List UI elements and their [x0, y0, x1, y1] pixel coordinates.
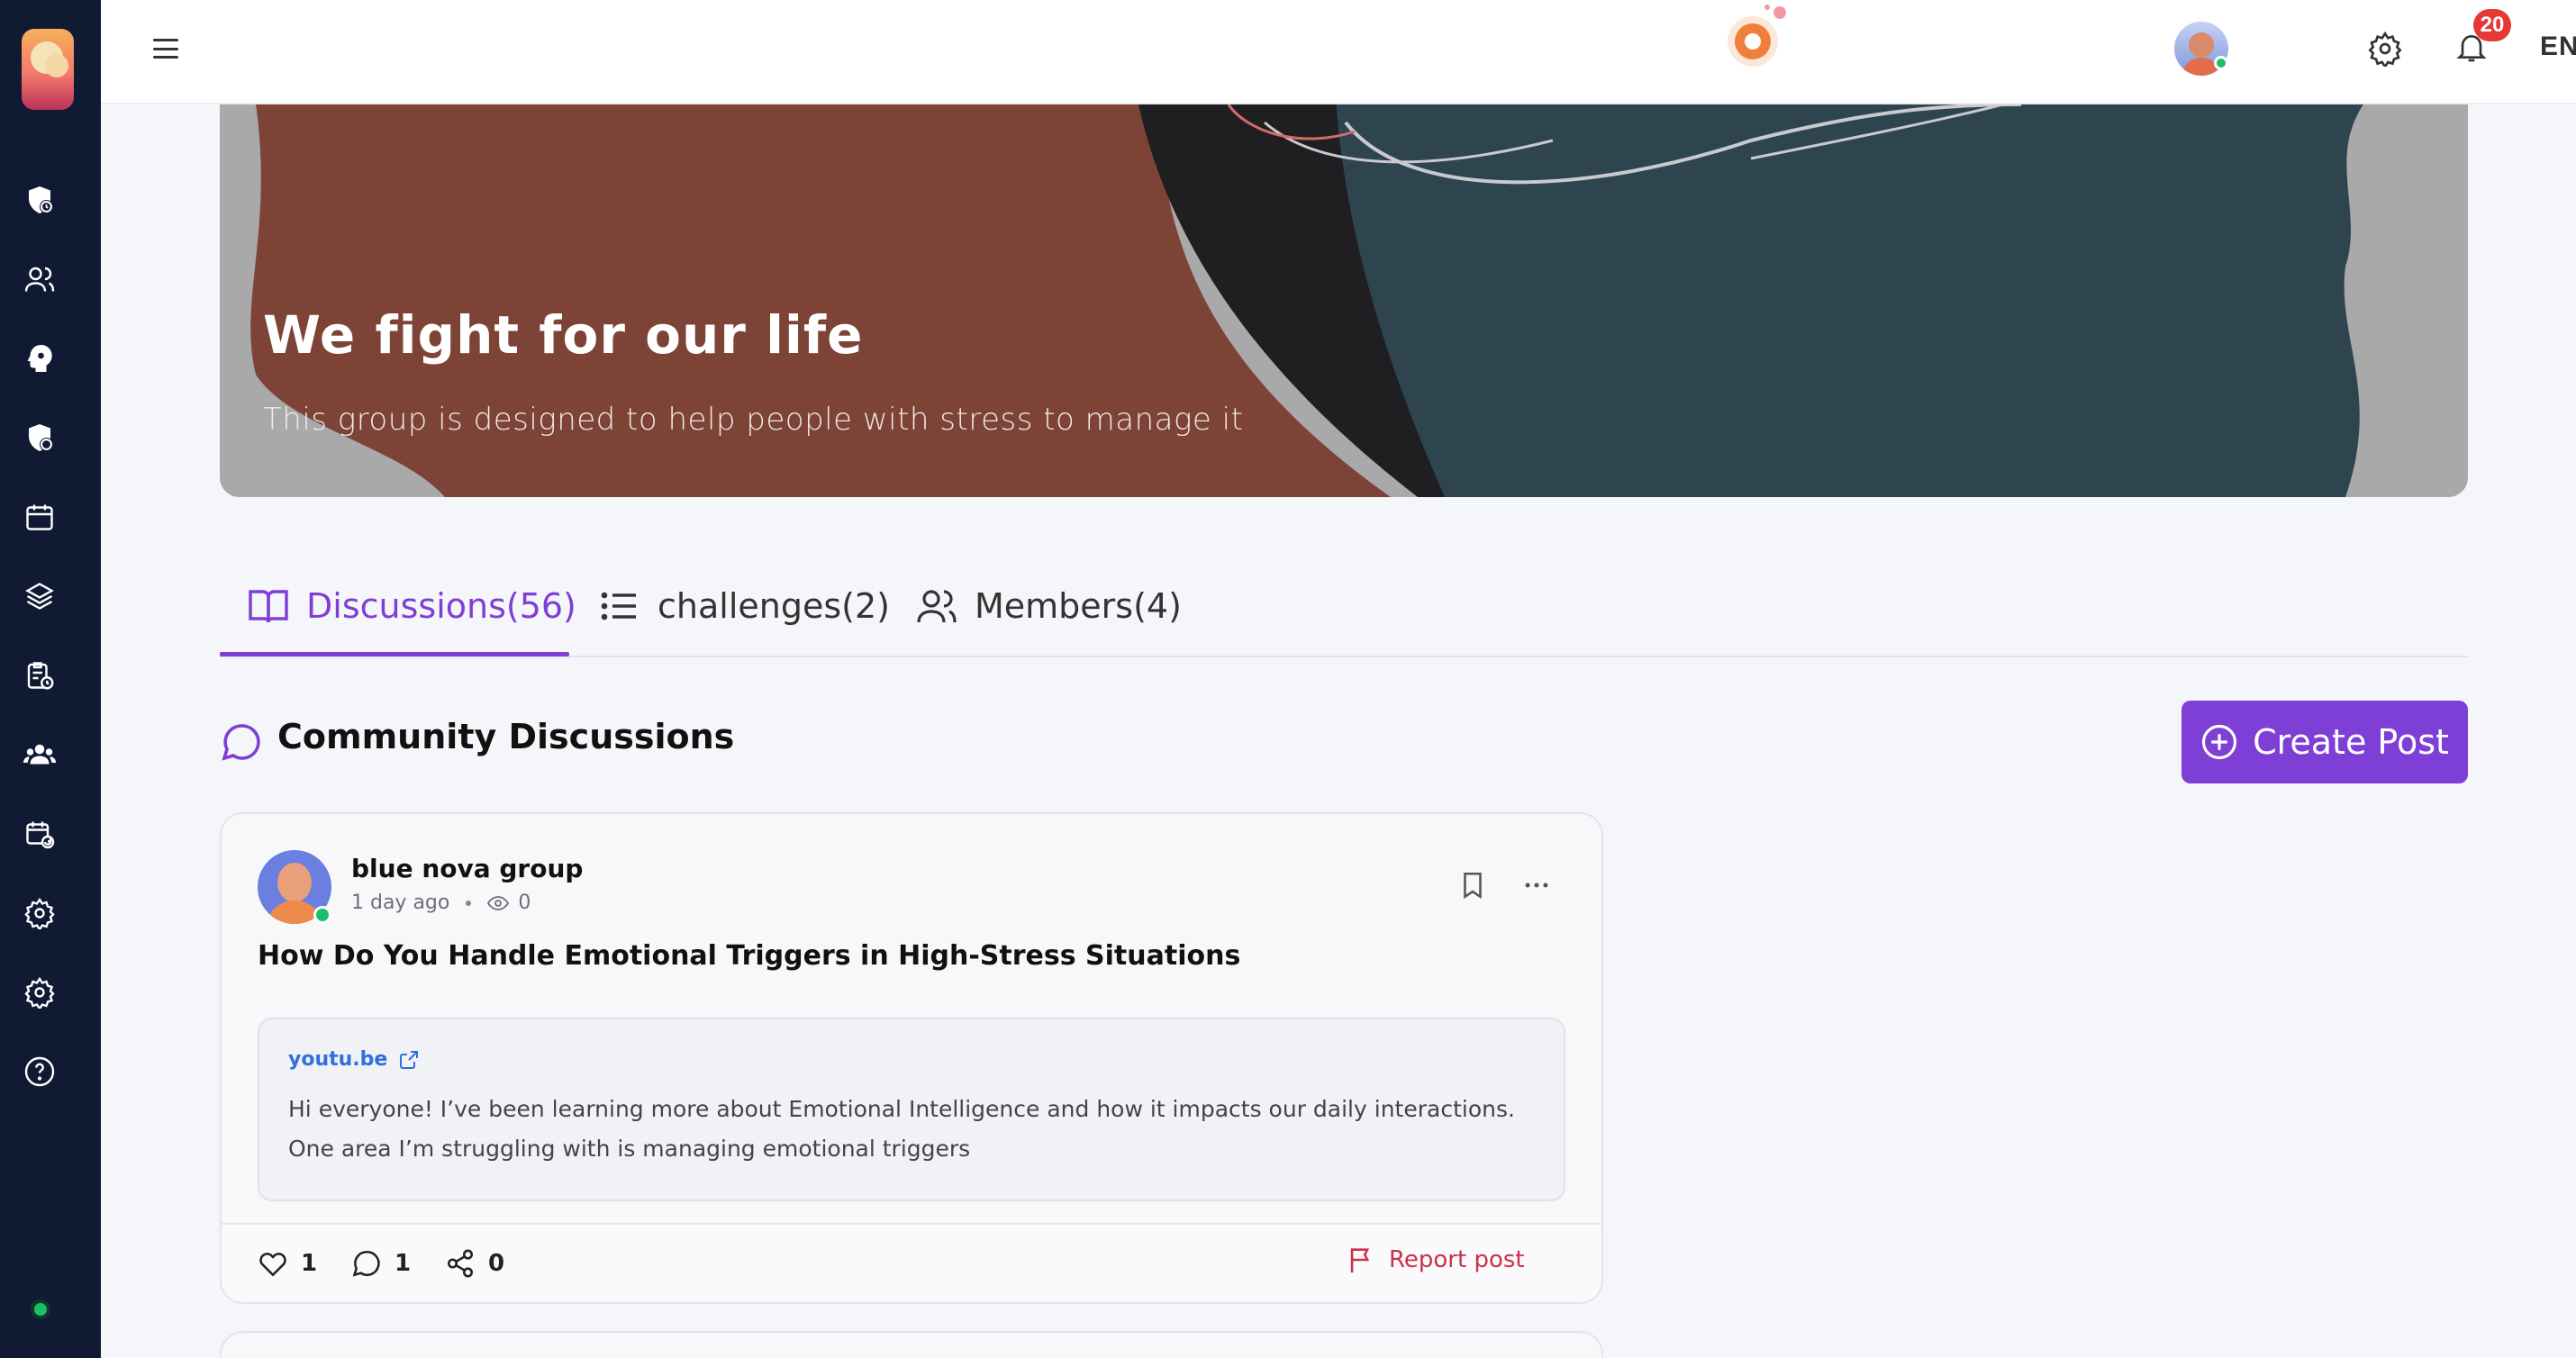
share-count: 0	[488, 1250, 505, 1277]
tab-label: Discussions(56)	[306, 586, 576, 626]
post-meta: 1 day ago 0	[351, 892, 531, 914]
banner-illustration	[220, 104, 2468, 497]
tab-members[interactable]: Members(4)	[915, 575, 1182, 638]
more-options-icon[interactable]	[1520, 870, 1553, 901]
group-icon[interactable]	[22, 737, 58, 773]
link-preview-text: Hi everyone! I’ve been learning more abo…	[288, 1096, 1515, 1162]
users-icon[interactable]	[22, 261, 58, 297]
tab-discussions[interactable]: Discussions(56)	[247, 575, 576, 638]
comment-button[interactable]: 1	[351, 1248, 411, 1279]
external-link-icon	[400, 1050, 419, 1069]
section-title: Community Discussions	[277, 717, 735, 756]
bookmark-icon[interactable]	[1457, 870, 1488, 901]
notification-badge: 20	[2473, 9, 2511, 41]
heart-icon	[259, 1253, 286, 1277]
group-tabs: Discussions(56) challenges(2) Members(4)	[220, 558, 2468, 657]
sidebar	[0, 0, 101, 1358]
comment-icon	[352, 1250, 380, 1277]
post-author[interactable]: blue nova group	[351, 854, 583, 883]
list-icon	[601, 592, 636, 620]
calendar-refresh-icon[interactable]	[22, 816, 58, 852]
clipboard-clock-icon[interactable]	[22, 657, 58, 693]
banner-title: We fight for our life	[263, 304, 864, 366]
post-card[interactable]: blue nova group 1 day ago 0 How Do You H…	[220, 812, 1603, 1304]
like-button[interactable]: 1	[258, 1248, 317, 1279]
post-actions: 1 1 0 Report post	[222, 1223, 1601, 1302]
hamburger-menu-icon[interactable]	[150, 34, 182, 63]
link-source[interactable]: youtu.be	[288, 1048, 420, 1071]
comment-count: 1	[395, 1250, 412, 1277]
help-icon[interactable]	[22, 1054, 58, 1090]
gear-icon[interactable]	[22, 895, 58, 931]
layers-icon[interactable]	[22, 578, 58, 614]
active-tab-indicator	[220, 652, 569, 656]
create-post-button[interactable]: Create Post	[2181, 701, 2468, 783]
tab-label: Members(4)	[975, 586, 1182, 626]
author-online-dot	[313, 906, 331, 924]
tab-challenges[interactable]: challenges(2)	[598, 575, 890, 638]
post-time: 1 day ago	[351, 892, 450, 914]
calendar-icon[interactable]	[22, 499, 58, 535]
link-source-label: youtu.be	[288, 1048, 388, 1071]
plus-circle-icon	[2201, 724, 2237, 760]
brain-icon[interactable]	[22, 340, 58, 376]
book-icon	[249, 590, 288, 623]
share-icon	[447, 1249, 474, 1278]
report-post-button[interactable]: Report post	[1346, 1245, 1525, 1275]
share-button[interactable]: 0	[445, 1248, 504, 1279]
post-views: 0	[518, 892, 531, 914]
brand-logo-icon[interactable]	[1722, 0, 1803, 81]
gear-icon[interactable]	[22, 974, 58, 1010]
post-title[interactable]: How Do You Handle Emotional Triggers in …	[258, 940, 1240, 972]
eye-icon	[487, 895, 510, 910]
banner-subtitle: This group is designed to help people wi…	[263, 402, 1244, 438]
like-count: 1	[301, 1250, 318, 1277]
flag-icon	[1350, 1248, 1370, 1273]
user-online-dot	[2214, 56, 2228, 70]
language-selector[interactable]: ENG	[2540, 27, 2576, 67]
users-icon	[917, 590, 957, 623]
report-label: Report post	[1389, 1246, 1525, 1273]
online-status-dot	[31, 1299, 50, 1319]
shield-clock-icon[interactable]	[22, 420, 58, 456]
create-post-label: Create Post	[2253, 722, 2449, 762]
post-card[interactable]	[220, 1331, 1603, 1358]
shield-clock-icon[interactable]	[22, 182, 58, 218]
tab-label: challenges(2)	[658, 586, 890, 626]
settings-gear-icon[interactable]	[2367, 31, 2403, 67]
group-banner: We fight for our life This group is desi…	[220, 104, 2468, 497]
top-bar: 20 ENG	[101, 0, 2576, 104]
language-label: ENG	[2540, 32, 2576, 61]
separator-dot	[466, 900, 472, 906]
chat-bubble-icon	[222, 724, 260, 761]
link-preview[interactable]: youtu.be Hi everyone! I’ve been learning…	[258, 1018, 1565, 1201]
app-logo[interactable]	[22, 29, 74, 110]
